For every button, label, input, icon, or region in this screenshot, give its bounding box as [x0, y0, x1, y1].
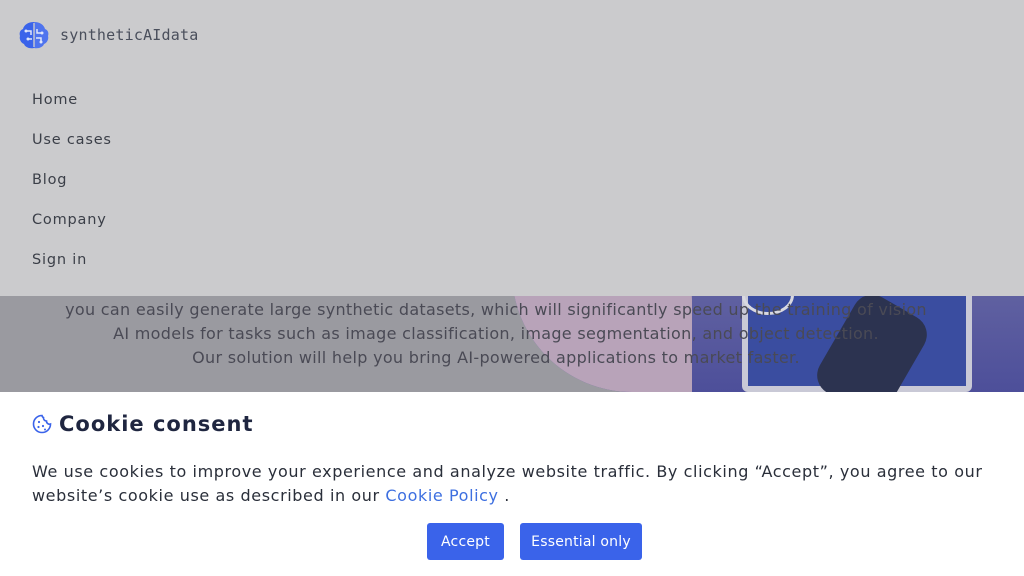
- nav-item-home[interactable]: Home: [32, 90, 112, 130]
- cookie-body-end: .: [498, 486, 510, 505]
- nav-menu-panel: syntheticAIdata Home Use cases Blog Comp…: [0, 0, 1024, 296]
- cookie-title: Cookie consent: [59, 412, 254, 436]
- cookie-description: We use cookies to improve your experienc…: [32, 460, 992, 508]
- nav-list: Home Use cases Blog Company Sign in: [32, 90, 112, 290]
- essential-only-button[interactable]: Essential only: [520, 523, 642, 560]
- cookie-policy-link[interactable]: Cookie Policy: [385, 486, 498, 505]
- hero-line: Our solution will help you bring AI-powe…: [192, 348, 800, 367]
- brand-logo-link[interactable]: syntheticAIdata: [18, 19, 198, 51]
- hero-description: you can easily generate large synthetic …: [0, 298, 992, 370]
- brand-name: syntheticAIdata: [60, 26, 199, 44]
- nav-item-company[interactable]: Company: [32, 210, 112, 250]
- nav-item-sign-in[interactable]: Sign in: [32, 250, 112, 290]
- brain-circuit-icon: [19, 22, 49, 49]
- hero-line: you can easily generate large synthetic …: [65, 300, 927, 319]
- accept-button[interactable]: Accept: [427, 523, 504, 560]
- nav-item-blog[interactable]: Blog: [32, 170, 112, 210]
- hero-line: AI models for tasks such as image classi…: [113, 324, 879, 343]
- cookie-title-row: Cookie consent: [32, 412, 254, 436]
- nav-item-use-cases[interactable]: Use cases: [32, 130, 112, 170]
- cookie-icon: [32, 414, 52, 434]
